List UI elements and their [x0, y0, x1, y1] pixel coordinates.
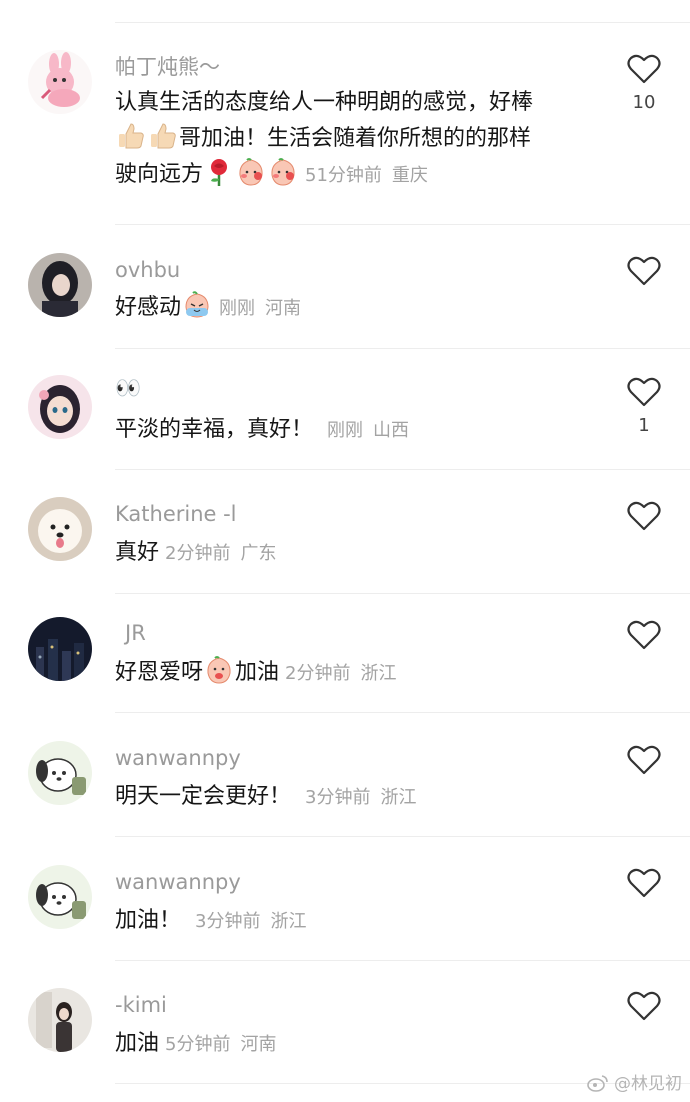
- watermark: @林见初: [586, 1069, 682, 1094]
- like-button[interactable]: [626, 991, 662, 1021]
- heart-icon: [627, 256, 661, 286]
- comment-text: 明天一定会更好！ 3分钟前 浙江: [115, 784, 417, 809]
- comment-username[interactable]: wanwannpy: [115, 867, 241, 897]
- comment-meta: 刚刚 山西: [327, 420, 410, 441]
- comment-text: 好感动 刚刚 河南: [115, 290, 595, 327]
- avatar-anime-girl[interactable]: [28, 375, 92, 439]
- like-button[interactable]: [626, 501, 662, 531]
- crying-peach-emoji: [182, 290, 212, 320]
- avatar-dark-hair-girl[interactable]: [28, 253, 92, 317]
- like-count: 10: [632, 92, 656, 113]
- divider: [115, 224, 690, 225]
- comment-text: 好恩爱呀 加油 2分钟前 浙江: [115, 655, 595, 692]
- like-button[interactable]: 10: [626, 54, 662, 113]
- comment-username[interactable]: -kimi: [115, 990, 167, 1020]
- peach-cheek-emoji: [236, 157, 266, 187]
- avatar-pochacco[interactable]: [28, 865, 92, 929]
- comment-meta: 3分钟前 浙江: [195, 911, 307, 932]
- like-button[interactable]: 1: [626, 377, 662, 436]
- avatar-selfie-girl[interactable]: [28, 988, 92, 1052]
- comment-username[interactable]: 👀: [115, 373, 141, 403]
- comment-text: 平淡的幸福，真好！ 刚刚 山西: [115, 417, 410, 442]
- comment-username[interactable]: Katherine -l: [115, 499, 237, 529]
- watermark-text: @林见初: [614, 1074, 682, 1094]
- like-count: 1: [638, 415, 650, 436]
- divider: [115, 469, 690, 470]
- thumbs-up-emoji: [148, 121, 178, 151]
- comment-meta: 刚刚 河南: [219, 298, 302, 319]
- comment-username[interactable]: wanwannpy: [115, 743, 241, 773]
- comment-username[interactable]: ovhbu: [115, 255, 180, 285]
- peach-blush-emoji: [204, 655, 234, 685]
- weibo-icon: [586, 1075, 608, 1092]
- divider: [115, 712, 690, 713]
- like-button[interactable]: [626, 868, 662, 898]
- heart-icon: [627, 377, 661, 407]
- like-button[interactable]: [626, 256, 662, 286]
- rose-emoji: [204, 157, 234, 187]
- comment-meta: 2分钟前 广东: [165, 543, 277, 564]
- heart-icon: [627, 54, 661, 84]
- thumbs-up-emoji: [116, 121, 146, 151]
- peach-cheek-emoji: [268, 157, 298, 187]
- comment-meta: 3分钟前 浙江: [305, 787, 417, 808]
- avatar-pochacco[interactable]: [28, 741, 92, 805]
- divider: [115, 348, 690, 349]
- divider: [115, 960, 690, 961]
- comment-text: 加油 5分钟前 河南: [115, 1031, 277, 1056]
- heart-icon: [627, 991, 661, 1021]
- heart-icon: [627, 620, 661, 650]
- avatar-night-city[interactable]: [28, 617, 92, 681]
- avatar-pink-bunny[interactable]: [28, 50, 92, 114]
- comment-text: 真好 2分钟前 广东: [115, 540, 277, 565]
- comment-meta: 51分钟前 重庆: [305, 165, 428, 186]
- comment-text: 认真生活的态度给人一种明朗的感觉，好棒 哥加油！生活会随着你所想的的那样 驶向远…: [115, 90, 534, 187]
- comment-meta: 5分钟前 河南: [165, 1034, 277, 1055]
- avatar-white-dog[interactable]: [28, 497, 92, 561]
- divider: [115, 836, 690, 837]
- divider: [115, 593, 690, 594]
- comment-username[interactable]: JR: [125, 618, 146, 648]
- top-divider: [115, 22, 690, 23]
- heart-icon: [627, 501, 661, 531]
- comment-username[interactable]: 帕丁炖熊～: [115, 52, 220, 82]
- comment-text: 加油！ 3分钟前 浙江: [115, 908, 307, 933]
- comment-meta: 2分钟前 浙江: [285, 663, 397, 684]
- like-button[interactable]: [626, 620, 662, 650]
- heart-icon: [627, 868, 661, 898]
- like-button[interactable]: [626, 745, 662, 775]
- heart-icon: [627, 745, 661, 775]
